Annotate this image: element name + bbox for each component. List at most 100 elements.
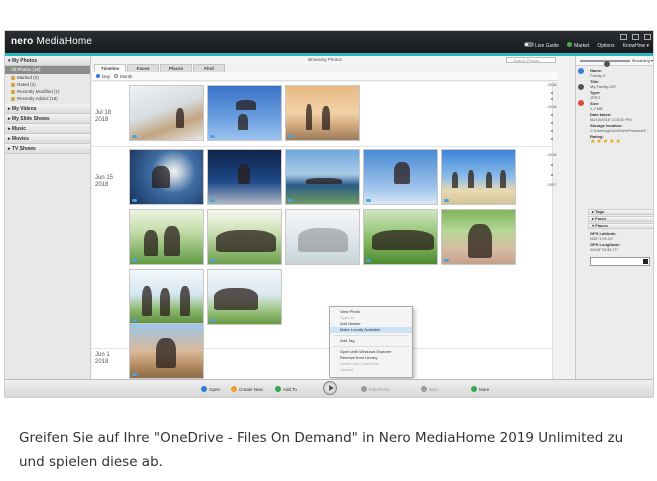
streaming-menu[interactable]: Streaming ▾ — [632, 58, 653, 63]
sidebar-item-recently-added[interactable]: Recently Added (18) — [5, 95, 90, 102]
date-value: 06/15/2018 1:03:30 PM — [590, 117, 632, 122]
year-label[interactable]: 2007 — [546, 182, 558, 187]
sidebar-section-tv-shows[interactable]: ▸ TV Shows — [5, 144, 90, 154]
context-menu-item[interactable]: Make Locally Available — [330, 327, 412, 333]
menu-separator — [333, 335, 409, 336]
cloud-icon — [132, 319, 137, 322]
sidebar-section-movies[interactable]: ▸ Movies — [5, 134, 90, 144]
maximize-icon[interactable] — [632, 34, 639, 40]
close-icon[interactable] — [644, 34, 651, 40]
photo-thumbnail[interactable] — [285, 85, 360, 141]
tab-places[interactable]: Places — [160, 64, 192, 72]
sidebar-item-recently-modified[interactable]: Recently Modified (1) — [5, 88, 90, 95]
open-button[interactable]: Open — [201, 385, 220, 393]
photo-thumbnail[interactable] — [129, 85, 204, 141]
sidebar-section-my-photos[interactable]: ▾ My Photos — [5, 56, 90, 66]
photo-thumbnail[interactable] — [285, 149, 360, 205]
tab-timeline[interactable]: Timeline — [94, 64, 126, 72]
date-group-label: Jul 18 2018 — [95, 110, 112, 123]
knowhow-link[interactable]: KnowHow ▾ — [623, 43, 649, 49]
options-link[interactable]: Options — [597, 43, 614, 49]
sidebar-section-my-videos[interactable]: ▸ My Videos — [5, 104, 90, 114]
gps-info: GPS Latitude: N34°1'19.24" GPS Longitude… — [590, 231, 621, 252]
photo-thumbnail[interactable] — [285, 209, 360, 265]
sidebar-item-marked[interactable]: Marked (0) — [5, 74, 90, 81]
bottom-toolbar: Open Create New Add To Edit Photo Burn M… — [5, 379, 653, 397]
section-faces[interactable]: ▸ Faces — [588, 216, 653, 222]
menu-separator — [333, 346, 409, 347]
year-label[interactable]: 2018 — [546, 82, 558, 87]
view-tabs: Timeline Faces Places Find — [94, 64, 225, 72]
cloud-icon — [366, 259, 371, 262]
create-new-button[interactable]: Create New — [231, 385, 263, 393]
folder-icon — [11, 96, 15, 101]
edit-photo-button[interactable]: Edit Photo — [361, 385, 390, 393]
tab-find[interactable]: Find — [193, 64, 225, 72]
minimize-icon[interactable] — [620, 34, 627, 40]
cloud-icon — [210, 199, 215, 202]
year-label[interactable]: 2016 — [546, 104, 558, 109]
view-day-radio[interactable]: Day — [96, 74, 110, 79]
info-icon[interactable] — [578, 68, 584, 74]
photo-thumbnail[interactable] — [441, 149, 516, 205]
more-icon — [471, 386, 477, 392]
tab-faces[interactable]: Faces — [127, 64, 159, 72]
sidebar-section-my-slide-shows[interactable]: ▸ My Slide Shows — [5, 114, 90, 124]
cloud-icon — [210, 319, 215, 322]
title-value[interactable]: My Family-007 — [590, 84, 653, 89]
map-expand-icon[interactable] — [643, 259, 648, 264]
sidebar: ▾ My Photos All Photos (18) Marked (0) R… — [5, 56, 91, 379]
window-controls — [620, 34, 651, 40]
add-to-button[interactable]: Add To — [275, 385, 297, 393]
title-bar: nero MediaHome Live Guide Market Options… — [5, 31, 653, 53]
sidebar-item-all-photos[interactable]: All Photos (18) — [5, 66, 90, 74]
browse-area: Browsing Photos Search Photos Timeline F… — [92, 56, 558, 379]
market-link[interactable]: Market — [567, 42, 589, 49]
photo-thumbnail[interactable] — [363, 209, 438, 265]
photo-thumbnail[interactable] — [441, 209, 516, 265]
live-guide-toggle[interactable]: Live Guide — [523, 42, 559, 49]
year-scale[interactable]: 2018 2016 2015 2007 — [546, 82, 558, 332]
type-value: JPEG — [590, 95, 601, 100]
section-places[interactable]: ▾ Places — [588, 223, 653, 229]
photo-properties: Name: Family-3 Title: My Family-007 Type… — [590, 68, 653, 146]
photo-thumbnail[interactable] — [129, 269, 204, 325]
rating-stars[interactable]: ★★★★★ — [590, 139, 653, 146]
photo-thumbnail[interactable] — [207, 209, 282, 265]
play-button[interactable] — [323, 381, 337, 395]
burn-button[interactable]: Burn — [421, 385, 439, 393]
slider-handle[interactable] — [604, 61, 610, 67]
photo-thumbnail[interactable] — [363, 149, 438, 205]
map-preview[interactable] — [590, 257, 650, 266]
photo-thumbnail[interactable] — [207, 85, 282, 141]
sidebar-section-music[interactable]: ▸ Music — [5, 124, 90, 134]
section-tags[interactable]: ▸ Tags — [588, 209, 653, 215]
photo-thumbnail[interactable] — [129, 209, 204, 265]
cloud-icon — [288, 135, 293, 138]
context-menu-item[interactable]: Add Tag — [330, 338, 412, 344]
year-label[interactable]: 2015 — [546, 152, 558, 157]
search-input[interactable]: Search Photos — [506, 57, 556, 63]
context-menu-item[interactable]: Upload — [330, 367, 412, 373]
sidebar-item-rated[interactable]: Rated (2) — [5, 81, 90, 88]
more-button[interactable]: More — [471, 385, 489, 393]
zoom-slider[interactable] — [580, 60, 630, 67]
cloud-icon — [210, 135, 215, 138]
date-group-label: Jun 15 2018 — [95, 175, 114, 188]
app-logo: nero MediaHome — [11, 36, 93, 47]
location-pin-icon[interactable] — [578, 100, 584, 106]
cloud-icon — [132, 135, 137, 138]
marker-icon — [11, 75, 15, 80]
create-new-icon — [231, 386, 237, 392]
open-icon — [201, 386, 207, 392]
photo-thumbnail[interactable] — [129, 323, 204, 379]
photo-thumbnail[interactable] — [207, 269, 282, 325]
photo-thumbnail[interactable] — [207, 149, 282, 205]
tag-icon[interactable] — [578, 84, 584, 90]
cloud-icon — [132, 259, 137, 262]
photo-thumbnail[interactable] — [129, 149, 204, 205]
view-month-radio[interactable]: Month — [114, 74, 133, 79]
cloud-icon — [210, 259, 215, 262]
folder-icon — [11, 89, 15, 94]
cloud-icon — [288, 199, 293, 202]
